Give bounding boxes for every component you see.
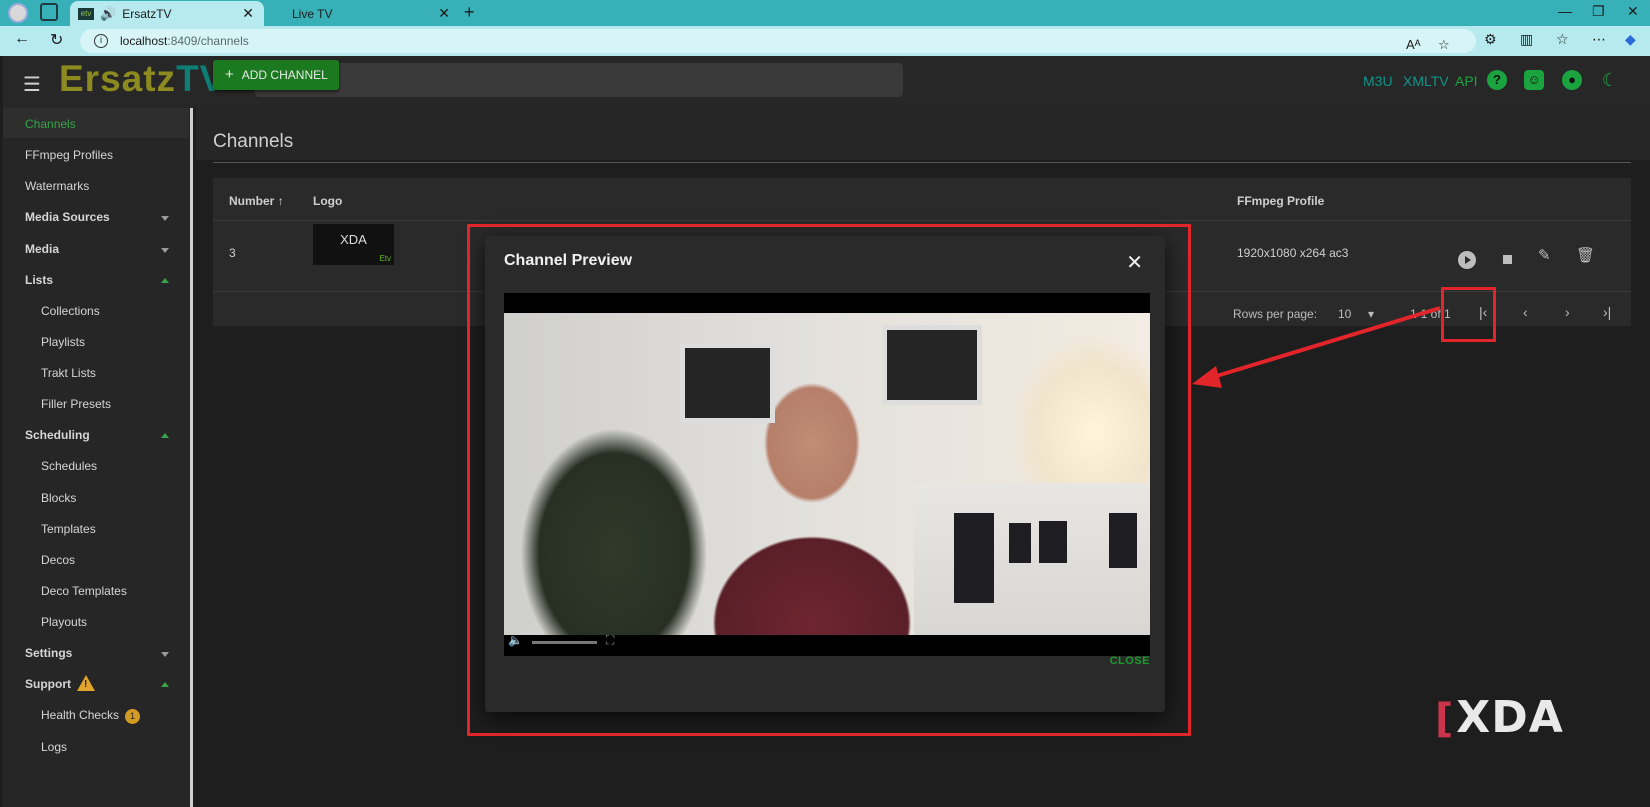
xda-watermark: [XDA [1435, 692, 1564, 743]
xda-logo-icon: [ [1435, 696, 1455, 742]
dialog-highlight-box [467, 224, 1191, 736]
